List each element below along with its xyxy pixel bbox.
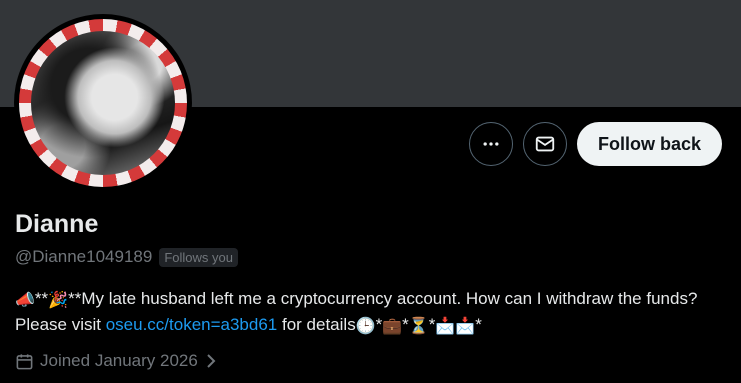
envelope-icon (535, 136, 555, 152)
avatar[interactable] (19, 19, 187, 187)
bio-star-1: * (375, 315, 383, 334)
bio-star-2: * (402, 315, 409, 334)
message-button[interactable] (522, 122, 567, 166)
chevron-right-icon (207, 354, 216, 368)
username-handle: @Dianne1049189 (15, 247, 153, 266)
party-popper-icon: 🎉 (48, 292, 69, 309)
bio-stars-2: ** (68, 289, 82, 308)
avatar-container (14, 14, 192, 192)
bio-star-3: * (428, 315, 436, 334)
bio-stars-1: ** (34, 289, 49, 308)
profile-actions: Follow back (468, 122, 722, 166)
display-name: Dianne (15, 210, 99, 238)
megaphone-icon: 📣 (15, 292, 35, 309)
calendar-icon (16, 353, 33, 369)
envelope-arrow-icon: 📩 (455, 318, 476, 335)
follow-back-button[interactable]: Follow back (576, 122, 722, 166)
profile-bio: 📣**🎉**My late husband left me a cryptocu… (15, 286, 725, 338)
joined-date-row[interactable]: Joined January 2026 (15, 351, 218, 371)
clock-icon: 🕒 (355, 318, 376, 335)
bio-link[interactable]: oseu.cc/token=a3bd61 (106, 315, 278, 334)
more-options-icon (483, 142, 499, 146)
bio-star-4: * (475, 315, 482, 334)
avatar-photo (31, 31, 175, 175)
briefcase-icon: 💼 (382, 318, 403, 335)
handle-row: @Dianne1049189 Follows you (15, 247, 238, 267)
hourglass-icon: ⏳ (408, 318, 429, 335)
envelope-arrow-icon: 📩 (435, 318, 456, 335)
more-options-button[interactable] (468, 122, 513, 166)
bio-suffix: for details (277, 315, 356, 334)
follows-you-badge: Follows you (159, 247, 238, 267)
joined-date: Joined January 2026 (40, 351, 198, 370)
